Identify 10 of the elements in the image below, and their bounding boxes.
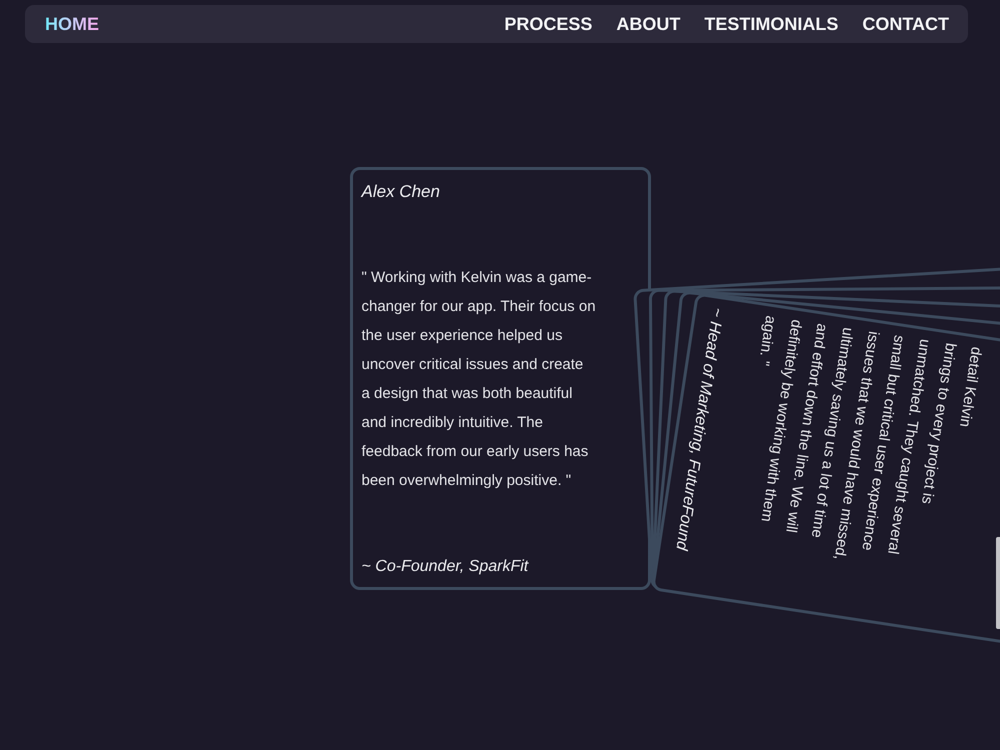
scrollbar-thumb[interactable] [996, 537, 1000, 629]
nav-link[interactable]: TESTIMONIALS [704, 12, 838, 36]
testimonial-quote: detail Kelvin brings to every project is unmatched. They caught several small but critical user experience issues that we would have missed, ultimately saving us a lot of time and effort down the line. We will definitely be working with them again. " [753, 314, 986, 564]
nav-link[interactable]: ABOUT [616, 12, 680, 36]
author-role: ~ Head of Marketing, FutureFound [670, 306, 726, 552]
testimonial-quote: " Working with Kelvin was a game- changer for our app. Their focus on the user experience helped us uncover critical issues and create a design that was both beautiful and incredibly intuitive. The feedback from our early users has been overwhelmingly positive. " [362, 268, 596, 491]
author-name: Alex Chen [362, 182, 440, 202]
nav-link[interactable]: PROCESS [504, 12, 592, 36]
author-role: ~ Co-Founder, SparkFit [362, 557, 528, 577]
nav-link[interactable]: CONTACT [862, 12, 949, 36]
